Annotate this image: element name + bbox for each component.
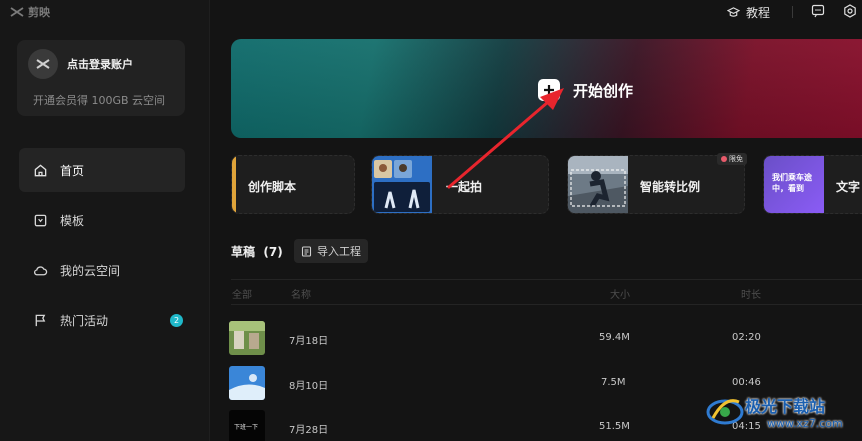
sidebar-nav: 首页 模板 我的云空间 热门活动 2 bbox=[19, 148, 185, 348]
free-badge: 限免 bbox=[717, 153, 747, 165]
app-logo: 剪映 bbox=[10, 3, 50, 21]
import-project-button[interactable]: 导入工程 bbox=[294, 239, 368, 263]
tutorial-label: 教程 bbox=[746, 5, 771, 20]
draft-name: 7月18日 bbox=[289, 336, 329, 347]
drafts-title: 草稿 (7) bbox=[231, 245, 283, 259]
column-all[interactable]: 全部 bbox=[232, 286, 252, 301]
draft-size: 51.5M bbox=[599, 421, 630, 432]
draft-thumbnail bbox=[229, 321, 265, 355]
home-icon bbox=[34, 163, 47, 176]
draft-thumbnail: 下班一下 bbox=[229, 410, 265, 441]
flag-icon bbox=[35, 314, 46, 326]
column-name[interactable]: 名称 bbox=[291, 286, 311, 301]
watermark-url: www.xz7.com bbox=[767, 417, 843, 430]
settings-icon[interactable] bbox=[843, 4, 857, 18]
watermark-title: 极光下载站 bbox=[745, 397, 826, 416]
app-window: 剪映 点击登录账户 开通会员得 100GB 云空间 首页 模板 我的云空间 热门… bbox=[0, 0, 862, 441]
capcut-logo-icon bbox=[10, 7, 24, 17]
login-link[interactable]: 点击登录账户 bbox=[67, 56, 133, 72]
script-card-label: 创作脚本 bbox=[248, 180, 297, 194]
smart-ratio-label: 智能转比例 bbox=[640, 180, 701, 194]
draft-name: 8月10日 bbox=[289, 381, 329, 392]
vip-promo-text[interactable]: 开通会员得 100GB 云空间 bbox=[33, 92, 165, 108]
accent-bar bbox=[232, 156, 236, 213]
sidebar-item-label: 首页 bbox=[60, 163, 85, 178]
sidebar: 剪映 点击登录账户 开通会员得 100GB 云空间 首页 模板 我的云空间 热门… bbox=[0, 0, 210, 441]
cloud-icon bbox=[33, 265, 48, 275]
script-card[interactable]: 创作脚本 bbox=[231, 155, 355, 214]
sidebar-item-events[interactable]: 热门活动 2 bbox=[19, 298, 185, 342]
capcut-logo-icon bbox=[36, 59, 50, 69]
sidebar-item-cloud[interactable]: 我的云空间 bbox=[19, 248, 185, 292]
feedback-icon[interactable] bbox=[811, 4, 825, 18]
sidebar-item-templates[interactable]: 模板 bbox=[19, 198, 185, 242]
draft-size: 59.4M bbox=[599, 332, 630, 343]
column-size[interactable]: 大小 bbox=[610, 286, 630, 301]
start-creating-banner[interactable]: 开始创作 bbox=[231, 39, 862, 138]
document-icon bbox=[301, 245, 312, 257]
draft-size: 7.5M bbox=[601, 377, 626, 388]
app-name: 剪映 bbox=[28, 6, 50, 19]
draft-thumbnail bbox=[229, 366, 265, 400]
start-creating-label: 开始创作 bbox=[573, 82, 634, 100]
draft-row[interactable]: 7月18日 59.4M 02:20 bbox=[229, 321, 862, 357]
sidebar-item-label: 我的云空间 bbox=[60, 263, 121, 278]
tutorial-button[interactable]: 教程 bbox=[727, 3, 770, 21]
draft-duration: 02:20 bbox=[732, 332, 761, 343]
shoot-together-thumbnail bbox=[372, 156, 432, 213]
text-card-thumbnail: 我们乘车途中，看到 bbox=[764, 156, 824, 213]
drafts-table-header: 全部 名称 大小 时长 bbox=[231, 279, 862, 305]
sidebar-item-label: 模板 bbox=[60, 213, 85, 228]
sidebar-item-label: 热门活动 bbox=[60, 313, 109, 328]
plus-icon bbox=[538, 79, 560, 101]
watermark-logo-icon bbox=[706, 399, 744, 425]
topbar-divider bbox=[792, 6, 793, 18]
text-card[interactable]: 我们乘车途中，看到 文字 bbox=[763, 155, 862, 214]
watermark: 极光下载站 www.xz7.com bbox=[705, 388, 862, 441]
draft-name: 7月28日 bbox=[289, 425, 329, 436]
column-duration[interactable]: 时长 bbox=[741, 286, 761, 301]
free-dot-icon bbox=[721, 156, 727, 162]
shoot-together-card[interactable]: 一起拍 bbox=[371, 155, 549, 214]
shoot-together-label: 一起拍 bbox=[446, 180, 483, 194]
template-icon bbox=[34, 214, 47, 226]
notification-badge: 2 bbox=[170, 314, 183, 327]
account-card[interactable]: 点击登录账户 开通会员得 100GB 云空间 bbox=[17, 40, 185, 116]
smart-ratio-thumbnail bbox=[568, 156, 628, 213]
graduation-cap-icon bbox=[727, 6, 740, 17]
sidebar-item-home[interactable]: 首页 bbox=[19, 148, 185, 192]
draft-duration: 00:46 bbox=[732, 377, 761, 388]
avatar[interactable] bbox=[28, 49, 58, 79]
text-card-label: 文字 bbox=[836, 180, 861, 194]
